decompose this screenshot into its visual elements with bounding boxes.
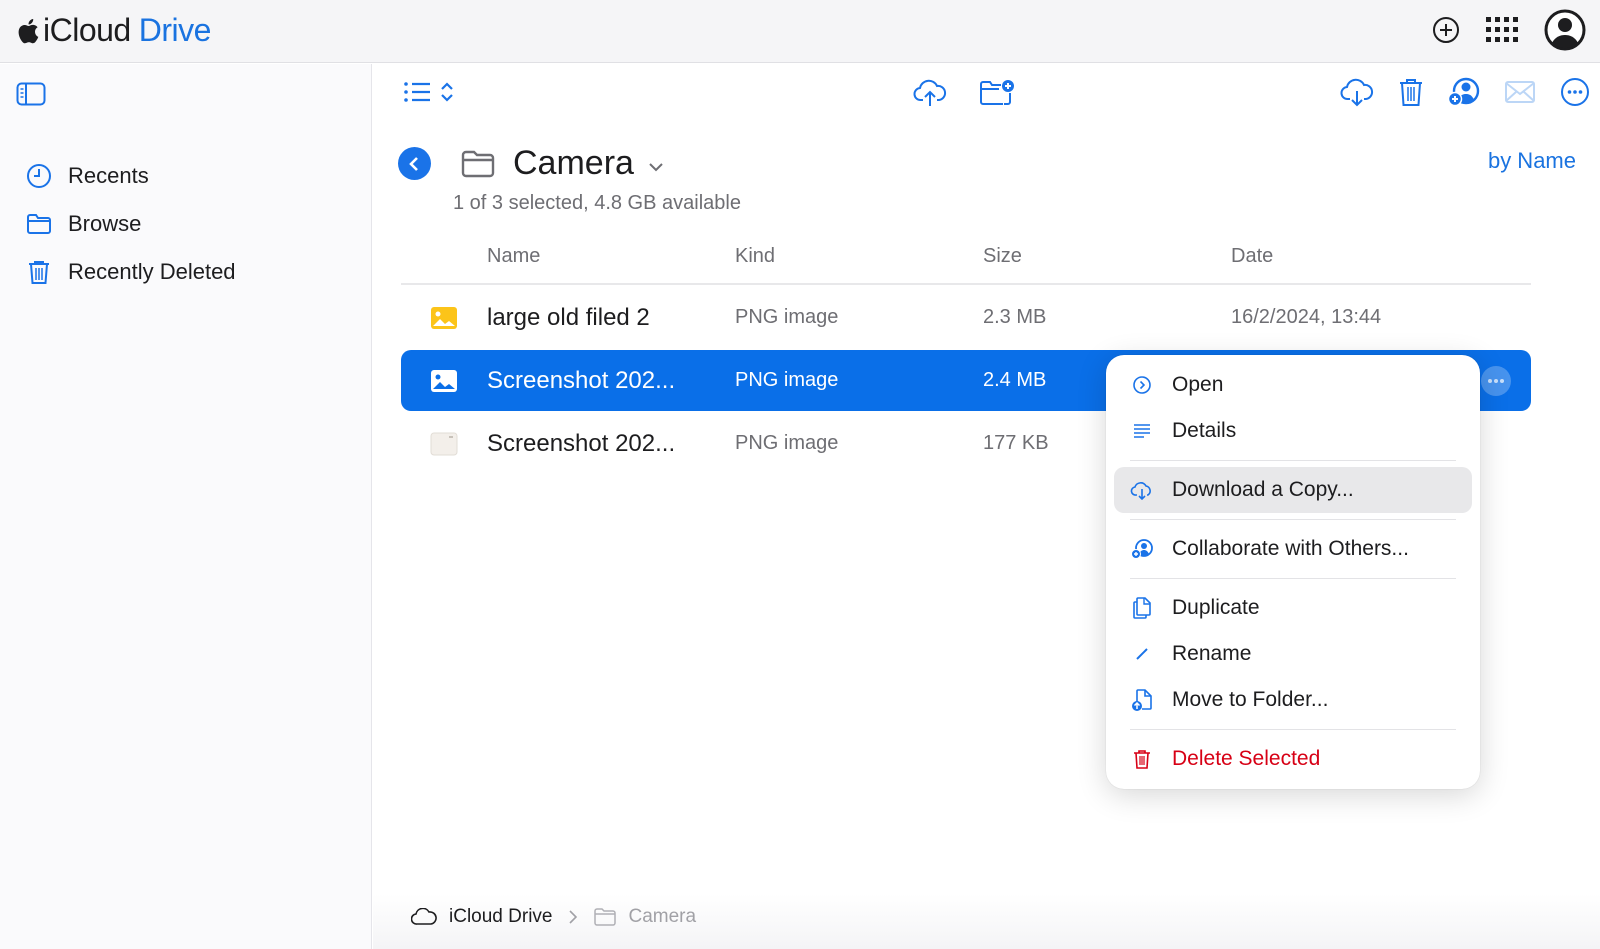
sidebar-item-label: Browse bbox=[68, 211, 142, 236]
menu-item-label: Rename bbox=[1172, 642, 1252, 665]
sidebar-toggle-icon[interactable] bbox=[16, 82, 46, 106]
sidebar-item-recents[interactable]: Recents bbox=[26, 152, 236, 200]
account-icon[interactable] bbox=[1544, 9, 1586, 51]
menu-item-delete-selected[interactable]: Delete Selected bbox=[1114, 736, 1472, 782]
cloud-icon bbox=[411, 908, 437, 925]
more-icon bbox=[1488, 378, 1504, 383]
download-icon bbox=[1130, 482, 1151, 500]
download-icon[interactable] bbox=[1340, 77, 1374, 107]
trash-icon bbox=[1134, 750, 1150, 769]
menu-item-open[interactable]: Open bbox=[1114, 362, 1472, 408]
menu-item-label: Download a Copy... bbox=[1172, 478, 1354, 501]
menu-divider bbox=[1130, 460, 1456, 461]
top-bar: iCloud Drive bbox=[0, 0, 1600, 63]
file-name: large old filed 2 bbox=[487, 303, 650, 331]
menu-item-label: Move to Folder... bbox=[1172, 688, 1329, 711]
menu-item-label: Delete Selected bbox=[1172, 747, 1321, 770]
column-header-size[interactable]: Size bbox=[983, 245, 1231, 268]
column-header-date[interactable]: Date bbox=[1231, 245, 1531, 268]
open-icon bbox=[1133, 376, 1151, 394]
trash-icon[interactable] bbox=[1398, 77, 1424, 107]
file-kind: PNG image bbox=[735, 306, 839, 328]
file-date: 16/2/2024, 13:44 bbox=[1231, 306, 1382, 328]
table-header: Name Kind Size Date bbox=[401, 230, 1531, 285]
file-name: Screenshot 202... bbox=[487, 429, 676, 457]
folder-icon bbox=[461, 150, 495, 177]
breadcrumb-root[interactable]: iCloud Drive bbox=[449, 906, 552, 928]
chevron-down-icon[interactable] bbox=[648, 162, 664, 172]
clock-icon bbox=[27, 164, 51, 188]
add-circle-icon[interactable] bbox=[1432, 16, 1460, 44]
breadcrumb-current: Camera bbox=[628, 906, 697, 927]
menu-item-duplicate[interactable]: Duplicate bbox=[1114, 585, 1472, 631]
sort-button[interactable]: by Name bbox=[1488, 148, 1576, 174]
image-file-icon bbox=[431, 306, 457, 329]
column-header-name[interactable]: Name bbox=[487, 245, 735, 268]
folder-icon bbox=[27, 214, 51, 234]
more-icon[interactable] bbox=[1560, 77, 1590, 107]
image-thumbnail-icon bbox=[430, 432, 458, 455]
menu-item-details[interactable]: Details bbox=[1114, 408, 1472, 454]
share-icon[interactable] bbox=[1448, 77, 1480, 107]
breadcrumb: iCloud Drive Camera bbox=[411, 906, 696, 928]
menu-item-move-to-folder[interactable]: Move to Folder... bbox=[1114, 677, 1472, 723]
menu-item-label: Details bbox=[1172, 419, 1237, 442]
brand-logo[interactable]: iCloud Drive bbox=[17, 12, 211, 49]
email-icon bbox=[1504, 80, 1536, 104]
menu-item-label: Collaborate with Others... bbox=[1172, 537, 1409, 560]
sidebar-item-label: Recents bbox=[68, 163, 149, 188]
page-title: Camera bbox=[513, 144, 634, 182]
file-name: Screenshot 202... bbox=[487, 366, 676, 394]
duplicate-icon bbox=[1133, 597, 1151, 619]
menu-divider bbox=[1130, 729, 1456, 730]
context-menu: Open Details Download a Copy... Collabor… bbox=[1106, 355, 1480, 789]
upload-icon[interactable] bbox=[913, 78, 947, 108]
selection-status: 1 of 3 selected, 4.8 GB available bbox=[453, 192, 741, 214]
new-folder-icon[interactable] bbox=[979, 78, 1015, 108]
apple-logo-icon bbox=[18, 18, 39, 43]
menu-item-label: Duplicate bbox=[1172, 596, 1260, 619]
sidebar-item-recently-deleted[interactable]: Recently Deleted bbox=[26, 248, 236, 296]
brand-secondary: Drive bbox=[138, 12, 212, 48]
sort-toggle-icon[interactable] bbox=[439, 80, 455, 104]
file-size: 2.3 MB bbox=[983, 306, 1047, 328]
menu-item-label: Open bbox=[1172, 373, 1224, 396]
brand-primary: iCloud bbox=[43, 12, 131, 48]
image-file-icon bbox=[431, 369, 457, 392]
folder-icon bbox=[594, 908, 617, 926]
sidebar: Recents Browse Recently Deleted bbox=[0, 64, 372, 949]
sidebar-item-label: Recently Deleted bbox=[68, 259, 236, 284]
details-icon bbox=[1134, 424, 1150, 438]
rename-icon bbox=[1136, 648, 1148, 660]
menu-item-rename[interactable]: Rename bbox=[1114, 631, 1472, 677]
row-more-button[interactable] bbox=[1481, 365, 1511, 396]
column-header-kind[interactable]: Kind bbox=[735, 245, 983, 268]
menu-item-collaborate[interactable]: Collaborate with Others... bbox=[1114, 526, 1472, 572]
chevron-left-icon bbox=[408, 156, 418, 171]
list-view-icon[interactable] bbox=[403, 80, 431, 104]
collaborate-icon bbox=[1131, 539, 1153, 559]
table-row[interactable]: large old filed 2 PNG image 2.3 MB 16/2/… bbox=[401, 287, 1531, 348]
file-kind: PNG image bbox=[735, 369, 839, 391]
move-icon bbox=[1132, 689, 1152, 711]
menu-divider bbox=[1130, 519, 1456, 520]
menu-item-download-copy[interactable]: Download a Copy... bbox=[1114, 467, 1472, 513]
app-grid-icon[interactable] bbox=[1486, 17, 1518, 43]
trash-icon bbox=[29, 261, 49, 284]
menu-divider bbox=[1130, 578, 1456, 579]
sidebar-item-browse[interactable]: Browse bbox=[26, 200, 236, 248]
back-button[interactable] bbox=[398, 147, 431, 180]
file-kind: PNG image bbox=[735, 432, 839, 454]
chevron-right-icon bbox=[569, 910, 578, 924]
